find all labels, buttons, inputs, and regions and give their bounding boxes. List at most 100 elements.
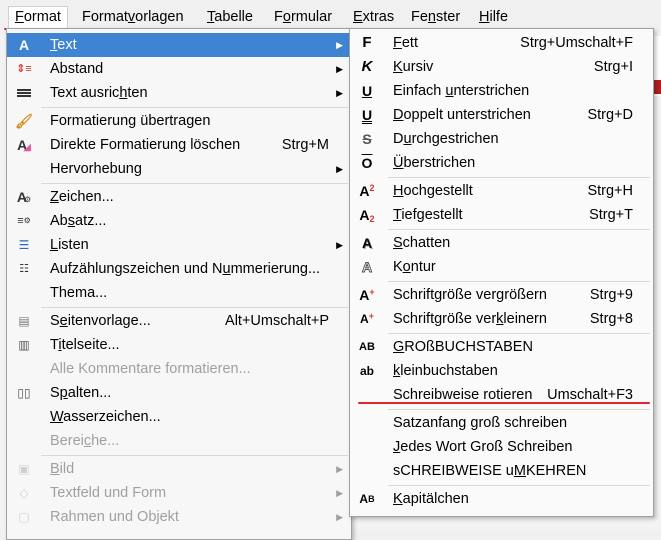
menu-item-wasserzeichen[interactable]: Wasserzeichen... [7, 405, 351, 429]
separator [388, 229, 650, 230]
menu-extras[interactable]: Extras [347, 7, 400, 29]
menu-item-text-ausrichten-label: ten [127, 85, 148, 101]
menu-item-kontur[interactable]: A Kontur [350, 255, 653, 279]
menu-item-text[interactable]: A Text ▶ [7, 33, 351, 57]
menu-item-seitenvorlage[interactable]: ▤ Seitenvorlage... Alt+Umschalt+P [7, 309, 351, 333]
menu-item-titelseite[interactable]: ▥ Titelseite... [7, 333, 351, 357]
menu-item-text-label: ext [57, 37, 77, 53]
menu-item-ueberstrichen[interactable]: O Überstrichen [350, 151, 653, 175]
character-icon: A ⚙ [16, 189, 32, 205]
menu-item-spalten-label-pre: S [50, 385, 60, 401]
menu-item-durch-label: rchgestrichen [411, 131, 499, 147]
menu-item-doppelt-mnemonic: D [393, 107, 404, 123]
menu-item-wasserzeichen-mnemonic: W [50, 409, 64, 425]
menu-item-formatierung-uebertragen[interactable]: 🖌 Formatierung übertragen [7, 109, 351, 133]
uppercase-icon: AB [359, 341, 375, 353]
menu-item-absatz[interactable]: ≡ ⚙ Absatz... [7, 209, 351, 233]
subscript-icon: A2 [359, 207, 375, 224]
menu-extras-mnemonic: E [353, 9, 363, 25]
submenu-arrow-icon: ▶ [336, 512, 343, 522]
menu-item-titelseite-label: telseite... [61, 337, 120, 353]
menu-item-abstand[interactable]: ⇕≡ Abstand ▶ [7, 57, 351, 81]
menu-item-durchgestrichen[interactable]: S Durchgestrichen [350, 127, 653, 151]
clear-formatting-icon: A ◢ [17, 137, 31, 153]
menu-formatvorlagen[interactable]: Formatvorlagen [76, 7, 190, 29]
frame-icon: ▢ [18, 510, 30, 524]
menu-item-kleiner-label: leinern [503, 311, 547, 327]
submenu-arrow-icon: ▶ [336, 464, 343, 474]
menu-tabelle[interactable]: Tabelle [201, 7, 259, 29]
menu-item-seitenvorlage-mnemonic: e [59, 313, 68, 329]
menu-item-spalten-mnemonic: p [59, 385, 68, 401]
menu-item-grossbuchstaben[interactable]: AB GROßBUCHSTABEN [350, 335, 653, 359]
shadow-icon: A [361, 235, 373, 251]
submenu-arrow-icon: ▶ [336, 164, 343, 174]
menu-item-umkehren[interactable]: sCHREIBWEISE uMKEHREN [350, 459, 653, 483]
paintbrush-icon: 🖌 [15, 113, 33, 129]
menu-item-aufzaehlung-label-pre: Aufzählungszeichen und N [50, 261, 223, 277]
underline-icon: U [361, 83, 373, 99]
menu-tabelle-label: abelle [214, 9, 253, 25]
menu-item-hervorhebung-label: Hervorhebung [50, 161, 142, 177]
shortcut-label: Strg+T [589, 207, 633, 223]
menu-hilfe[interactable]: Hilfe [473, 7, 514, 29]
menu-item-seitenvorlage-label: itenvorlage... [67, 313, 151, 329]
menu-item-absatz-mnemonic: s [67, 213, 75, 229]
menu-item-zeichen[interactable]: A ⚙ Zeichen... [7, 185, 351, 209]
menu-item-listen[interactable]: ☰ Listen ▶ [7, 233, 351, 257]
menu-item-hochgestellt[interactable]: A2 Hochgestellt Strg+H [350, 179, 653, 203]
menu-hilfe-label: ilfe [489, 9, 509, 25]
menu-item-einfach-unterstrichen[interactable]: U Einfach unterstrichen [350, 79, 653, 103]
shape-icon: ◇ [19, 486, 29, 500]
menu-item-text-ausrichten[interactable]: Text ausrichten ▶ [7, 81, 351, 105]
columns-icon: ▯▯ [17, 386, 31, 400]
menu-item-bild-label: ild [59, 461, 75, 477]
menu-item-groesse-vergroessern[interactable]: A + Schriftgröße vergrößern Strg+9 [350, 283, 653, 307]
format-menu: A Text ▶ ⇕≡ Abstand ▶ Text ausrichten ▶ … [6, 28, 352, 540]
menu-item-hervorhebung[interactable]: Hervorhebung ▶ [7, 157, 351, 181]
menu-item-doppelt-unterstrichen[interactable]: U Doppelt unterstrichen Strg+D [350, 103, 653, 127]
menu-item-formatierung-loeschen[interactable]: A ◢ Direkte Formatierung löschen Strg+M [7, 133, 351, 157]
menu-item-kleinbuchstaben[interactable]: ab kleinbuchstaben [350, 359, 653, 383]
menu-item-kursiv-mnemonic: K [393, 59, 403, 75]
menu-item-schatten[interactable]: A Schatten [350, 231, 653, 255]
menu-item-aufzaehlung[interactable]: ☷ Aufzählungszeichen und Nummerierung... [7, 257, 351, 281]
menu-item-schatten-mnemonic: S [393, 235, 403, 251]
shortcut-label: Strg+I [593, 59, 633, 75]
menu-item-bereiche-label-pre: Berei [50, 433, 84, 449]
menu-item-text-ausrichten-label-pre: Text ausric [50, 85, 120, 101]
menu-item-groesse-verkleinern[interactable]: A + Schriftgröße verkleinern Strg+8 [350, 307, 653, 331]
menu-item-hoch-mnemonic: H [393, 183, 404, 199]
menu-format[interactable]: Format [8, 6, 68, 29]
menu-formular[interactable]: Formular [268, 7, 338, 29]
separator [388, 409, 650, 410]
menu-item-spalten[interactable]: ▯▯ Spalten... [7, 381, 351, 405]
separator [41, 107, 348, 108]
menu-item-kursiv[interactable]: K Kursiv Strg+I [350, 55, 653, 79]
menu-item-rahmen: ▢ Rahmen und Objekt ▶ [7, 505, 351, 529]
menu-item-umkehren-label-pre: sCHREIBWEISE u [393, 463, 514, 479]
menu-item-schatten-label: chatten [402, 235, 451, 251]
menu-item-bereiche: Bereiche... [7, 429, 351, 453]
menu-item-zeichen-mnemonic: Z [50, 189, 59, 205]
list-icon: ☰ [18, 238, 30, 252]
paragraph-icon: ≡ ⚙ [17, 215, 31, 227]
menu-fenster[interactable]: Fenster [405, 7, 466, 29]
menu-item-thema[interactable]: Thema... [7, 281, 351, 305]
annotation-underline-rotieren [358, 402, 650, 404]
submenu-arrow-icon: ▶ [336, 240, 343, 250]
menu-item-fett[interactable]: F Fett Strg+Umschalt+F [350, 31, 653, 55]
menu-hilfe-mnemonic: H [479, 9, 490, 25]
menu-item-satzanfang-label: Satzanfang groß schreiben [393, 415, 568, 431]
menu-item-fett-mnemonic: F [393, 35, 402, 51]
menu-item-umkehren-mnemonic: M [513, 463, 526, 479]
menu-item-tiefgestellt[interactable]: A2 Tiefgestellt Strg+T [350, 203, 653, 227]
menu-item-jedes-wort[interactable]: Jedes Wort Groß Schreiben [350, 435, 653, 459]
menu-item-kapitaelchen[interactable]: AB Kapitälchen [350, 487, 653, 511]
menu-item-kontur-label-pre: K [393, 259, 403, 275]
menu-item-satzanfang[interactable]: Satzanfang groß schreiben [350, 411, 653, 435]
shortcut-label: Strg+D [587, 107, 633, 123]
menu-fenster-label-pre: Fe [411, 9, 428, 25]
separator [388, 281, 650, 282]
shortcut-label: Strg+8 [589, 311, 633, 327]
